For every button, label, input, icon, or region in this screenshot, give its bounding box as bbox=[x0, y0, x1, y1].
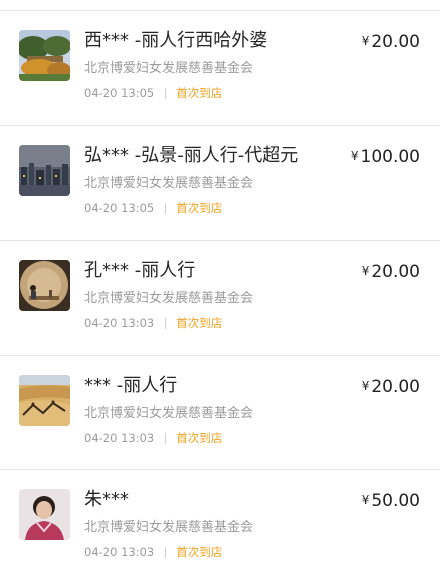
first-visit-tag: 首次到店 bbox=[176, 86, 223, 100]
donation-amount: ¥20.00 bbox=[362, 30, 420, 53]
meta-separator bbox=[165, 432, 167, 444]
amount-value: 100.00 bbox=[360, 147, 420, 167]
donor-name: *** -丽人行 bbox=[84, 375, 178, 396]
amount-value: 20.00 bbox=[371, 262, 420, 282]
currency-symbol: ¥ bbox=[361, 493, 370, 507]
donation-meta: 04-20 13:03 首次到店 bbox=[84, 315, 222, 331]
donation-item[interactable]: 弘*** -弘景-丽人行-代超元 北京博爱妇女发展慈善基金会 04-20 13:… bbox=[0, 126, 440, 240]
city-skyline-photo-icon bbox=[19, 145, 70, 196]
currency-symbol: ¥ bbox=[361, 379, 370, 393]
donor-name: 弘*** -弘景-丽人行-代超元 bbox=[84, 145, 299, 166]
organization-name: 北京博爱妇女发展慈善基金会 bbox=[84, 176, 254, 191]
donation-list: 西*** -丽人行西哈外婆 北京博爱妇女发展慈善基金会 04-20 13:05 … bbox=[0, 0, 440, 568]
donation-amount: ¥100.00 bbox=[351, 145, 420, 168]
donation-amount: ¥20.00 bbox=[362, 260, 420, 283]
donation-amount: ¥20.00 bbox=[362, 375, 420, 398]
meta-separator bbox=[165, 87, 167, 99]
first-visit-tag: 首次到店 bbox=[176, 545, 223, 559]
donation-item[interactable]: 西*** -丽人行西哈外婆 北京博爱妇女发展慈善基金会 04-20 13:05 … bbox=[0, 11, 440, 125]
amount-value: 50.00 bbox=[371, 491, 420, 511]
donor-name: 朱*** bbox=[84, 489, 129, 510]
first-visit-tag: 首次到店 bbox=[176, 316, 223, 330]
donation-meta: 04-20 13:05 首次到店 bbox=[84, 200, 222, 216]
donation-time: 04-20 13:05 bbox=[84, 201, 155, 215]
first-visit-tag: 首次到店 bbox=[176, 431, 223, 445]
organization-name: 北京博爱妇女发展慈善基金会 bbox=[84, 520, 254, 535]
desert-caravan-photo-icon bbox=[19, 375, 70, 426]
currency-symbol: ¥ bbox=[361, 34, 370, 48]
organization-name: 北京博爱妇女发展慈善基金会 bbox=[84, 406, 254, 421]
indoor-figure-photo-icon bbox=[19, 260, 70, 311]
donation-meta: 04-20 13:03 首次到店 bbox=[84, 544, 222, 560]
person-portrait-icon bbox=[19, 489, 70, 540]
garden-photo-icon bbox=[19, 30, 70, 81]
organization-name: 北京博爱妇女发展慈善基金会 bbox=[84, 291, 254, 306]
donation-time: 04-20 13:03 bbox=[84, 431, 155, 445]
meta-separator bbox=[165, 317, 167, 329]
amount-value: 20.00 bbox=[371, 377, 420, 397]
donation-time: 04-20 13:05 bbox=[84, 86, 155, 100]
donation-item[interactable]: 孔*** -丽人行 北京博爱妇女发展慈善基金会 04-20 13:03 首次到店… bbox=[0, 241, 440, 355]
amount-value: 20.00 bbox=[371, 32, 420, 52]
donation-meta: 04-20 13:03 首次到店 bbox=[84, 430, 222, 446]
donation-time: 04-20 13:03 bbox=[84, 316, 155, 330]
currency-symbol: ¥ bbox=[350, 149, 359, 163]
currency-symbol: ¥ bbox=[361, 264, 370, 278]
donation-time: 04-20 13:03 bbox=[84, 545, 155, 559]
donor-name: 西*** -丽人行西哈外婆 bbox=[84, 30, 268, 51]
donation-meta: 04-20 13:05 首次到店 bbox=[84, 85, 222, 101]
donor-name: 孔*** -丽人行 bbox=[84, 260, 196, 281]
meta-separator bbox=[165, 546, 167, 558]
meta-separator bbox=[165, 202, 167, 214]
donation-item[interactable]: 朱*** 北京博爱妇女发展慈善基金会 04-20 13:03 首次到店 ¥50.… bbox=[0, 470, 440, 584]
organization-name: 北京博爱妇女发展慈善基金会 bbox=[84, 61, 254, 76]
donation-item[interactable]: *** -丽人行 北京博爱妇女发展慈善基金会 04-20 13:03 首次到店 … bbox=[0, 356, 440, 470]
donation-amount: ¥50.00 bbox=[362, 489, 420, 512]
first-visit-tag: 首次到店 bbox=[176, 201, 223, 215]
